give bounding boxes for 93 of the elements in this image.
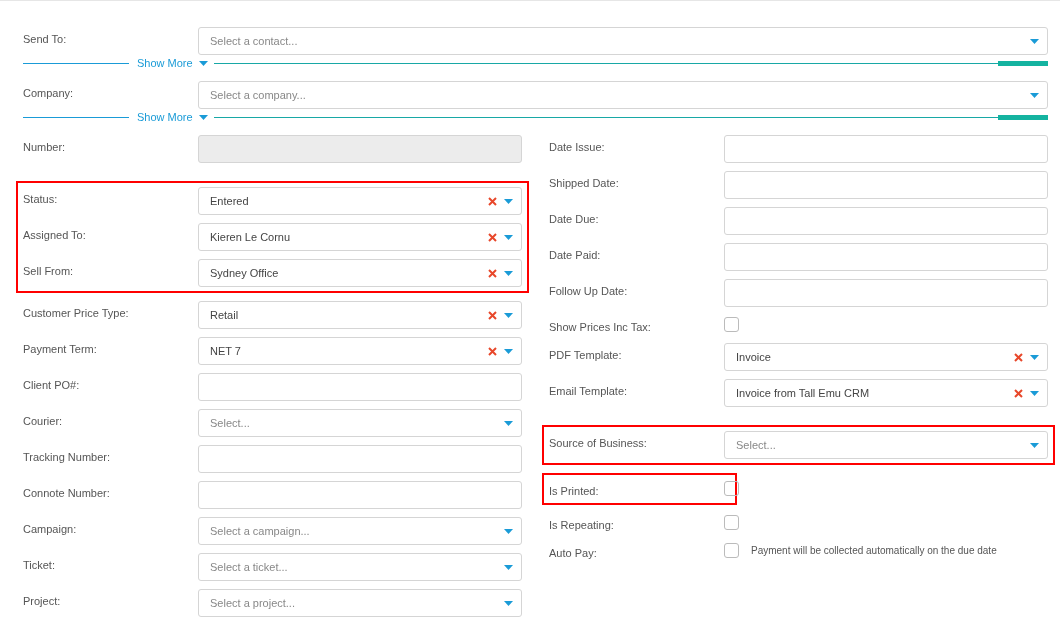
field-label: PDF Template: <box>549 348 623 361</box>
dropdown-caret-icon[interactable] <box>1030 442 1039 448</box>
placeholder-text: Select a ticket... <box>210 561 289 573</box>
field-label: Email Template: <box>549 384 629 397</box>
clear-icon[interactable] <box>1014 388 1023 398</box>
field-label: Is Repeating: <box>549 518 615 531</box>
input-field[interactable] <box>724 171 1048 199</box>
dropdown-caret-icon[interactable] <box>1030 92 1039 98</box>
placeholder-text: Select... <box>210 417 251 429</box>
select-field[interactable]: Select a project... <box>198 589 522 617</box>
clear-icon[interactable] <box>488 232 497 242</box>
select-field[interactable]: Sydney Office <box>198 259 522 287</box>
caret-icon[interactable] <box>198 60 208 66</box>
input-field[interactable] <box>724 207 1048 235</box>
selected-value: Invoice from Tall Emu CRM <box>736 387 871 399</box>
dropdown-caret-icon[interactable] <box>1030 354 1039 360</box>
input-field[interactable] <box>198 445 522 473</box>
select-field[interactable]: Select a company... <box>198 81 1048 109</box>
clear-icon[interactable] <box>488 196 497 206</box>
field-label: Sell From: <box>23 264 75 277</box>
input-field[interactable] <box>198 481 522 509</box>
placeholder-text: Select a project... <box>210 597 296 609</box>
select-field[interactable]: Kieren Le Cornu <box>198 223 522 251</box>
field-label: Is Printed: <box>549 484 600 497</box>
field-label: Send To: <box>23 32 68 45</box>
dropdown-caret-icon[interactable] <box>1030 390 1039 396</box>
field-label: Customer Price Type: <box>23 306 130 319</box>
field-label: Source of Business: <box>549 436 648 449</box>
field-label: Payment Term: <box>23 342 98 355</box>
field-label: Shipped Date: <box>549 176 620 189</box>
field-label: Date Due: <box>549 212 600 225</box>
dropdown-caret-icon[interactable] <box>504 234 513 240</box>
field-label: Show Prices Inc Tax: <box>549 320 652 333</box>
show-more-link[interactable]: Show More <box>129 111 199 123</box>
selected-value: NET 7 <box>210 345 242 357</box>
select-field[interactable]: Select a ticket... <box>198 553 522 581</box>
select-field[interactable]: Retail <box>198 301 522 329</box>
placeholder-text: Select a company... <box>210 89 307 101</box>
select-field[interactable]: Select a contact... <box>198 27 1048 55</box>
field-label: Company: <box>23 86 75 99</box>
input-field[interactable] <box>198 373 522 401</box>
clear-icon[interactable] <box>488 346 497 356</box>
dropdown-caret-icon[interactable] <box>504 420 513 426</box>
selected-value: Invoice <box>736 351 772 363</box>
field-label: Courier: <box>23 414 64 427</box>
field-label: Date Issue: <box>549 140 606 153</box>
dropdown-caret-icon[interactable] <box>504 198 513 204</box>
dropdown-caret-icon[interactable] <box>504 600 513 606</box>
select-field[interactable]: Select... <box>724 431 1048 459</box>
field-label: Client PO#: <box>23 378 81 391</box>
field-label: Connote Number: <box>23 486 111 499</box>
dropdown-caret-icon[interactable] <box>504 564 513 570</box>
dropdown-caret-icon[interactable] <box>504 312 513 318</box>
field-label: Assigned To: <box>23 228 87 241</box>
input-field[interactable] <box>724 243 1048 271</box>
clear-icon[interactable] <box>488 268 497 278</box>
checkbox[interactable] <box>724 543 739 558</box>
checkbox[interactable] <box>724 317 739 332</box>
field-label: Tracking Number: <box>23 450 111 463</box>
checkbox[interactable] <box>724 515 739 530</box>
select-field[interactable]: Invoice from Tall Emu CRM <box>724 379 1048 407</box>
field-label: Status: <box>23 192 59 205</box>
select-field[interactable]: Select... <box>198 409 522 437</box>
dropdown-caret-icon[interactable] <box>504 528 513 534</box>
clear-icon[interactable] <box>488 310 497 320</box>
field-label: Auto Pay: <box>549 546 598 559</box>
field-label: Date Paid: <box>549 248 602 261</box>
field-label: Ticket: <box>23 558 56 571</box>
selected-value: Sydney Office <box>210 267 280 279</box>
field-label: Project: <box>23 594 62 607</box>
field-label: Campaign: <box>23 522 78 535</box>
checkbox[interactable] <box>724 481 739 496</box>
caret-icon[interactable] <box>198 114 208 120</box>
select-field[interactable]: Select a campaign... <box>198 517 522 545</box>
placeholder-text: Select a campaign... <box>210 525 311 537</box>
dropdown-caret-icon[interactable] <box>1030 38 1039 44</box>
select-field[interactable]: Entered <box>198 187 522 215</box>
select-field[interactable]: NET 7 <box>198 337 522 365</box>
field-label: Number: <box>23 140 67 153</box>
checkbox-note: Payment will be collected automatically on the due date <box>751 545 997 556</box>
placeholder-text: Select a contact... <box>210 35 299 47</box>
input-field[interactable] <box>724 279 1048 307</box>
dropdown-caret-icon[interactable] <box>504 270 513 276</box>
selected-value: Retail <box>210 309 240 321</box>
input-field[interactable] <box>724 135 1048 163</box>
dropdown-caret-icon[interactable] <box>504 348 513 354</box>
show-more-link[interactable]: Show More <box>129 57 199 69</box>
select-field[interactable]: Invoice <box>724 343 1048 371</box>
clear-icon[interactable] <box>1014 352 1023 362</box>
selected-value: Entered <box>210 195 250 207</box>
field-label: Follow Up Date: <box>549 284 629 297</box>
placeholder-text: Select... <box>736 439 777 451</box>
selected-value: Kieren Le Cornu <box>210 231 292 243</box>
